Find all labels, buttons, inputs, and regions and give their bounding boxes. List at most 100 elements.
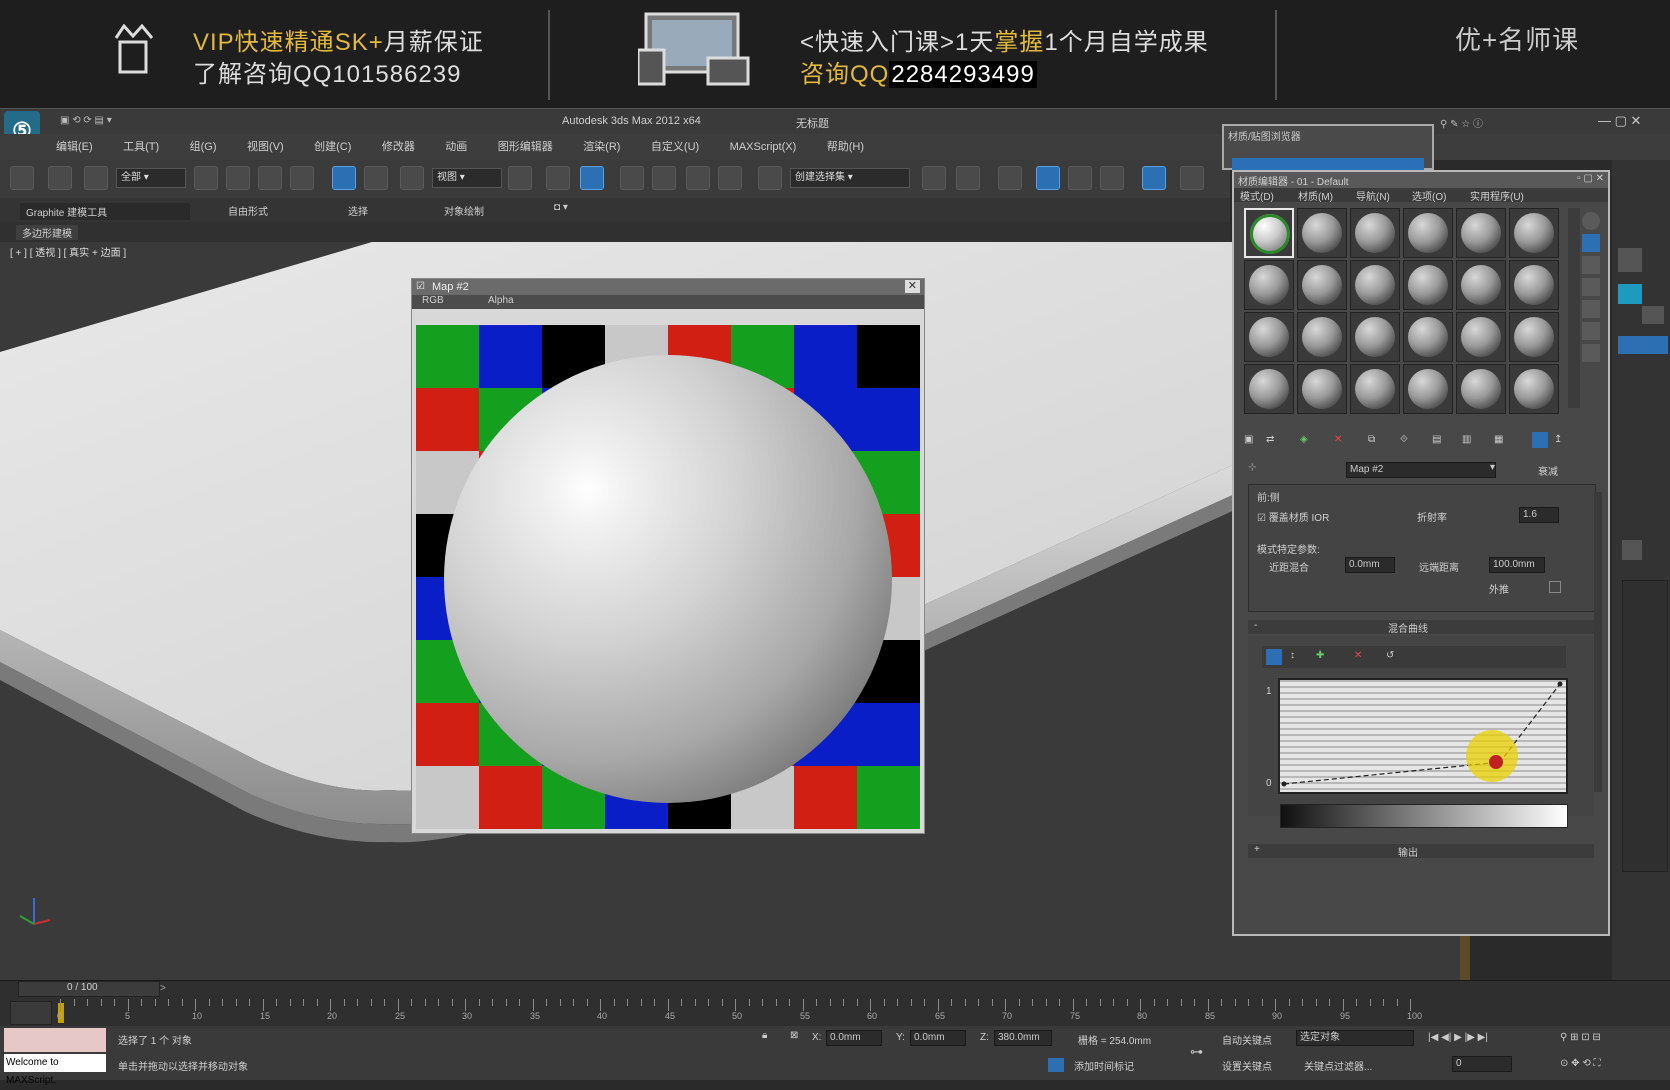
timeline[interactable]: 0 / 100 > 0 5 10 15 20 25 30 35 40 45 50 55 60 65 70 75… — [0, 980, 1670, 1027]
far-distance-spinner[interactable]: 100.0mm — [1489, 557, 1545, 573]
layer-manager-icon[interactable] — [998, 166, 1022, 190]
background-icon[interactable] — [1582, 256, 1600, 274]
material-slot[interactable] — [1403, 260, 1453, 310]
mix-curve-header[interactable]: - 混合曲线 — [1248, 620, 1594, 635]
graphite-toggle-icon[interactable] — [1036, 166, 1060, 190]
key-icon[interactable]: ⊶ — [1190, 1044, 1203, 1060]
tab-rgb[interactable]: RGB — [422, 295, 444, 306]
override-ior-checkbox[interactable]: ☑ 覆盖材质 IOR — [1257, 509, 1329, 524]
add-point-icon[interactable]: ✚ — [1316, 650, 1324, 661]
material-slot[interactable] — [1456, 312, 1506, 362]
reference-coordinate-dropdown[interactable]: 视图 ▾ — [432, 168, 502, 188]
show-map-icon[interactable]: ▦ — [1494, 434, 1503, 445]
show-end-result-icon[interactable] — [1532, 432, 1548, 448]
time-slider[interactable]: 0 / 100 — [18, 981, 160, 997]
map-type-button[interactable]: 衰减 — [1538, 463, 1558, 478]
put-library-icon[interactable]: ▤ — [1432, 434, 1441, 445]
rect-selection-icon[interactable] — [258, 166, 282, 190]
menu-help[interactable]: 帮助(H) — [827, 134, 864, 160]
align-icon[interactable] — [956, 166, 980, 190]
material-slot[interactable] — [1509, 208, 1559, 258]
material-slot[interactable] — [1509, 260, 1559, 310]
select-object-icon[interactable] — [194, 166, 218, 190]
tab-alpha[interactable]: Alpha — [488, 295, 514, 306]
key-filters-button[interactable]: 关键点过滤器... — [1304, 1058, 1372, 1073]
pin-stack-icon[interactable] — [1622, 540, 1642, 560]
options-icon[interactable] — [1582, 344, 1600, 362]
track-bar[interactable]: 0 5 10 15 20 25 30 35 40 45 50 55 60 65 70 75 80 85 90 95 10… — [57, 999, 1422, 1025]
go-parent-icon[interactable]: ↥ — [1554, 434, 1562, 445]
dropdown-icon[interactable] — [1642, 306, 1664, 324]
spinner-snap-icon[interactable] — [718, 166, 742, 190]
select-manipulate-icon[interactable] — [546, 166, 570, 190]
material-slot[interactable] — [1350, 208, 1400, 258]
ior-spinner[interactable]: 1.6 — [1519, 507, 1559, 523]
render-setup-icon[interactable] — [1180, 166, 1204, 190]
next-frame-icon[interactable]: > — [160, 983, 166, 994]
video-check-icon[interactable] — [1582, 300, 1600, 318]
material-slot[interactable] — [1509, 364, 1559, 414]
output-header[interactable]: + 输出 — [1248, 844, 1594, 859]
menu-maxscript[interactable]: MAXScript(X) — [730, 134, 797, 160]
maxscript-input[interactable]: Welcome to MAXScript. — [4, 1054, 106, 1086]
near-distance-spinner[interactable]: 0.0mm — [1345, 557, 1395, 573]
material-slot[interactable] — [1350, 312, 1400, 362]
pick-icon[interactable]: ⊹ — [1248, 462, 1256, 473]
tab-freeform[interactable]: 自由形式 — [228, 203, 268, 218]
maxscript-listener[interactable] — [4, 1028, 106, 1052]
material-slot[interactable] — [1403, 208, 1453, 258]
close-icon[interactable]: ✕ — [904, 280, 920, 293]
keyboard-shortcut-icon[interactable] — [580, 166, 604, 190]
copy-material-icon[interactable]: ⧉ — [1368, 434, 1375, 445]
menu-options[interactable]: 选项(O) — [1412, 188, 1446, 203]
viewport-label[interactable]: [ + ] [ 透视 ] [ 真实 + 边面 ] — [10, 244, 126, 259]
create-panel-icon[interactable] — [1618, 248, 1642, 272]
select-by-name-icon[interactable] — [226, 166, 250, 190]
polygon-modeling-label[interactable]: 多边形建模 — [16, 225, 78, 240]
current-frame-field[interactable]: 0 — [1452, 1056, 1512, 1072]
backlight-icon[interactable] — [1582, 234, 1600, 252]
material-slot[interactable] — [1350, 260, 1400, 310]
material-editor-icon[interactable] — [1142, 166, 1166, 190]
selection-filter-dropdown[interactable]: 全部 ▾ — [116, 168, 186, 188]
x-coordinate-field[interactable]: 0.0mm — [826, 1030, 882, 1046]
add-time-tag-icon[interactable] — [1048, 1058, 1064, 1072]
sample-type-icon[interactable] — [1582, 212, 1600, 230]
menu-modes[interactable]: 模式(D) — [1240, 188, 1274, 203]
angle-snap-icon[interactable] — [652, 166, 676, 190]
menu-utilities[interactable]: 实用程序(U) — [1470, 188, 1524, 203]
viewport-nav-controls-2[interactable]: ⊙ ✥ ⟲ ⛶ — [1560, 1058, 1600, 1069]
absolute-mode-icon[interactable]: ⊠ — [790, 1030, 798, 1041]
material-slot[interactable] — [1456, 208, 1506, 258]
scale-point-icon[interactable]: ↕ — [1290, 650, 1295, 661]
assign-material-icon[interactable]: ◈ — [1300, 434, 1308, 445]
auto-key-button[interactable]: 自动关键点 — [1222, 1032, 1272, 1047]
material-slot[interactable] — [1244, 312, 1294, 362]
material-slot[interactable] — [1297, 208, 1347, 258]
delete-point-icon[interactable]: ✕ — [1354, 650, 1362, 661]
material-slot[interactable] — [1297, 364, 1347, 414]
edit-named-sets-icon[interactable] — [758, 166, 782, 190]
menu-create[interactable]: 创建(C) — [314, 134, 351, 160]
set-key-button[interactable]: 设置关键点 — [1222, 1058, 1272, 1073]
playback-controls[interactable]: |◀ ◀| ▶ |▶ ▶| — [1428, 1032, 1488, 1043]
modifier-list[interactable] — [1618, 336, 1668, 354]
material-slot[interactable] — [1350, 364, 1400, 414]
material-slot[interactable] — [1403, 312, 1453, 362]
track-bar-toggle[interactable] — [10, 1001, 52, 1025]
tab-object-paint[interactable]: 对象绘制 — [444, 203, 484, 218]
material-editor-titlebar[interactable]: 材质编辑器 - 01 - Default ▫ ▢ ✕ — [1234, 172, 1608, 188]
select-move-icon[interactable] — [332, 166, 356, 190]
material-editor-window[interactable]: 材质编辑器 - 01 - Default ▫ ▢ ✕ 模式(D) 材质(M) 导… — [1232, 170, 1610, 936]
params-scrollbar[interactable] — [1594, 492, 1602, 792]
unlink-icon[interactable] — [48, 166, 72, 190]
reset-icon[interactable]: ✕ — [1334, 434, 1342, 445]
map-name-field[interactable]: Map #2 — [1346, 462, 1496, 478]
render-window-titlebar[interactable]: ☑ Map #2 ✕ — [412, 279, 924, 295]
selected-set-dropdown[interactable]: 选定对象 — [1296, 1030, 1414, 1046]
lock-icon[interactable]: 🔒︎ — [762, 1030, 767, 1041]
make-preview-icon[interactable] — [1582, 322, 1600, 340]
color-swatch[interactable] — [1618, 284, 1642, 304]
make-unique-icon[interactable]: ⟐ — [1400, 434, 1408, 445]
curve-editor-icon[interactable] — [1068, 166, 1092, 190]
